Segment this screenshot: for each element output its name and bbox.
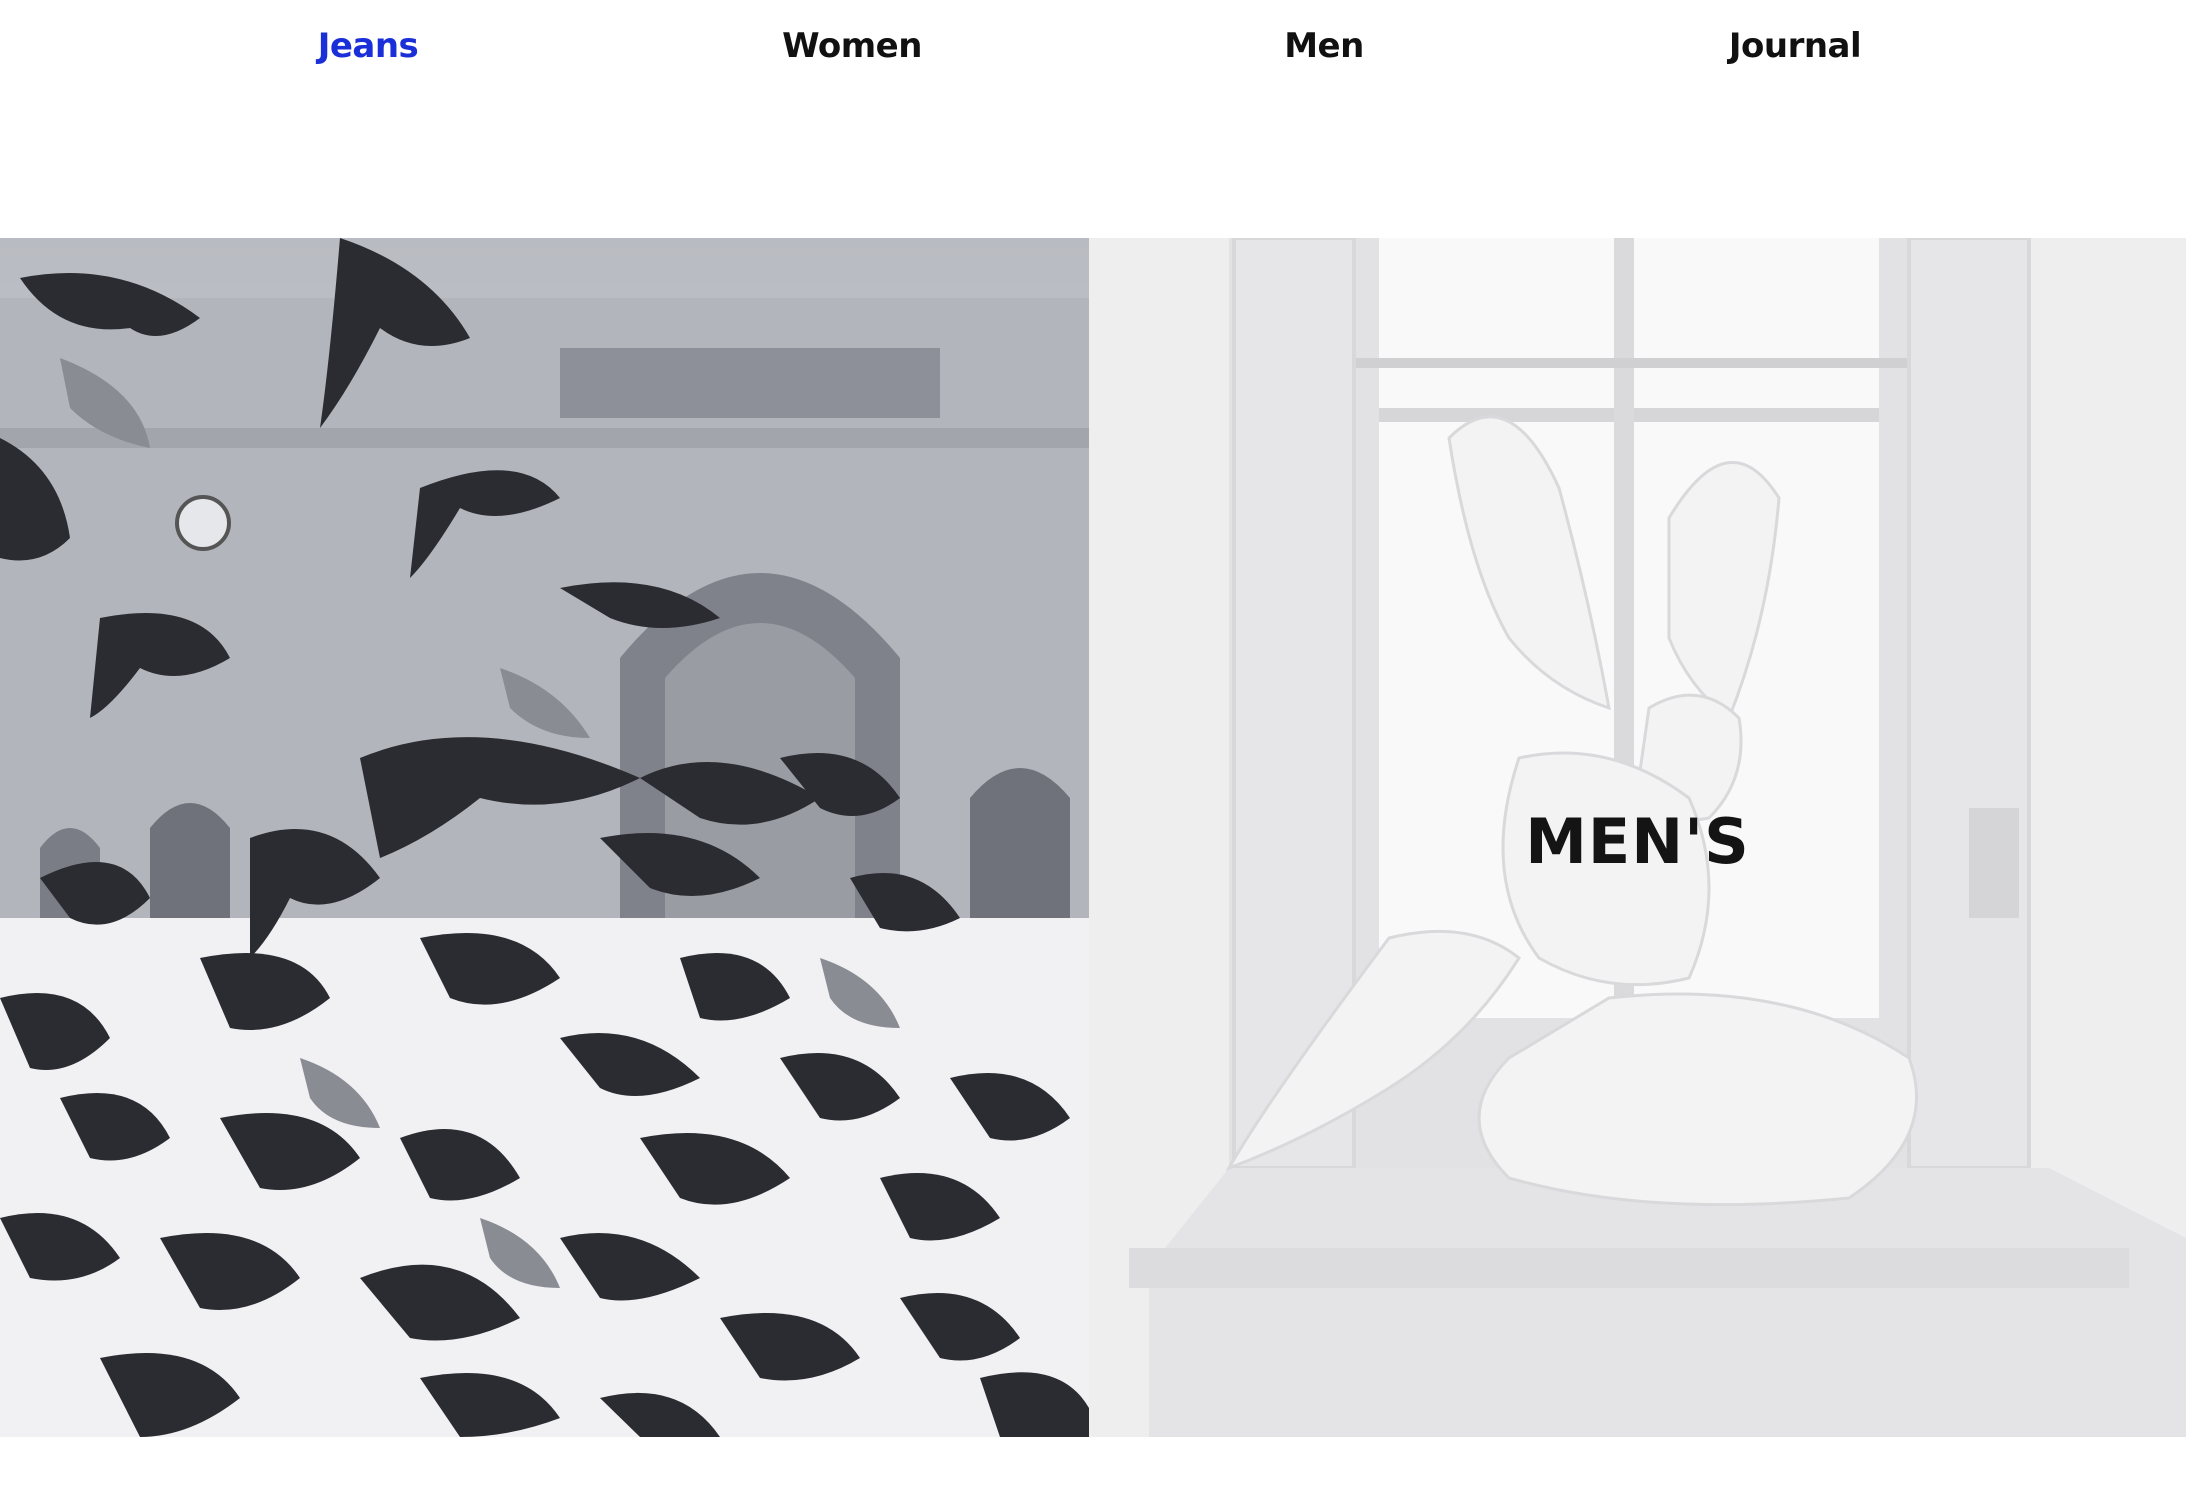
nav-item-women[interactable]: Women: [782, 26, 922, 66]
hero-banner: MEN'S: [0, 238, 2186, 1437]
top-navigation: Jeans Women Men Journal: [0, 0, 2186, 110]
nav-item-jeans[interactable]: Jeans: [318, 26, 419, 66]
nav-item-journal[interactable]: Journal: [1729, 26, 1862, 66]
pigeons-in-snow-photo: [0, 238, 1089, 1437]
pigeons-photo-panel[interactable]: [0, 238, 1089, 1437]
nav-item-men[interactable]: Men: [1284, 26, 1364, 66]
mens-collection-panel[interactable]: MEN'S: [1089, 238, 2186, 1437]
mens-collection-title: MEN'S: [1525, 805, 1750, 878]
